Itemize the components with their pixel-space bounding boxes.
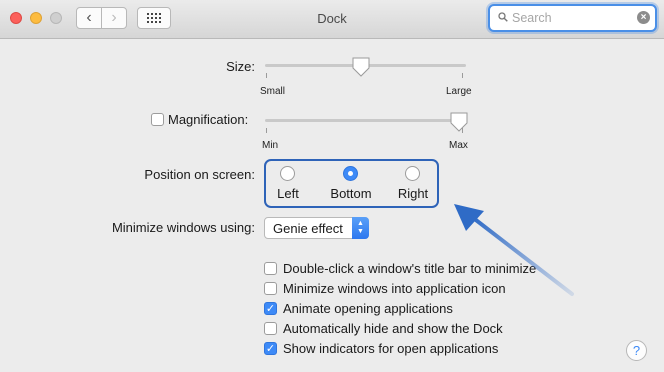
magnification-min-label: Min xyxy=(262,140,279,151)
minimize-into-icon-checkbox[interactable] xyxy=(264,282,277,295)
minimize-label: Minimize windows using: xyxy=(111,220,255,235)
size-max-label: Large xyxy=(446,86,472,97)
animate-opening-label: Animate opening applications xyxy=(283,301,453,316)
minimize-effect-popup[interactable]: Genie effect ▲ ▼ xyxy=(264,217,369,239)
chevron-up-down-icon: ▲ ▼ xyxy=(352,217,369,239)
position-left-label: Left xyxy=(277,186,299,201)
title-bar: ‹ › Dock × xyxy=(0,0,664,39)
minimize-effect-value: Genie effect xyxy=(273,221,343,236)
magnification-checkbox[interactable] xyxy=(151,113,164,126)
help-button[interactable]: ? xyxy=(626,340,647,361)
magnification-max-label: Max xyxy=(449,140,468,151)
magnification-slider-track xyxy=(265,119,466,122)
slider-tick xyxy=(462,73,463,78)
position-label: Position on screen: xyxy=(144,167,255,182)
double-click-minimize-checkbox[interactable] xyxy=(264,262,277,275)
size-label: Size: xyxy=(226,59,255,74)
animate-opening-checkbox[interactable]: ✓ xyxy=(264,302,277,315)
show-indicators-checkbox[interactable]: ✓ xyxy=(264,342,277,355)
size-slider-thumb[interactable] xyxy=(351,56,371,78)
position-left-radio[interactable] xyxy=(280,166,295,181)
search-icon xyxy=(498,12,508,22)
search-input[interactable] xyxy=(512,8,622,28)
slider-tick xyxy=(266,128,267,133)
position-right-label: Right xyxy=(397,186,429,201)
position-right-radio[interactable] xyxy=(405,166,420,181)
search-field[interactable]: × xyxy=(488,4,657,32)
annotation-arrow-icon xyxy=(454,204,574,296)
position-bottom-radio[interactable] xyxy=(343,166,358,181)
size-min-label: Small xyxy=(260,86,286,97)
clear-search-icon[interactable]: × xyxy=(637,11,650,24)
autohide-dock-checkbox[interactable] xyxy=(264,322,277,335)
show-indicators-label: Show indicators for open applications xyxy=(283,341,499,356)
magnification-slider-thumb[interactable] xyxy=(449,111,469,133)
position-bottom-label: Bottom xyxy=(330,186,372,201)
autohide-dock-label: Automatically hide and show the Dock xyxy=(283,321,503,336)
magnification-label: Magnification: xyxy=(168,112,249,127)
slider-tick xyxy=(266,73,267,78)
